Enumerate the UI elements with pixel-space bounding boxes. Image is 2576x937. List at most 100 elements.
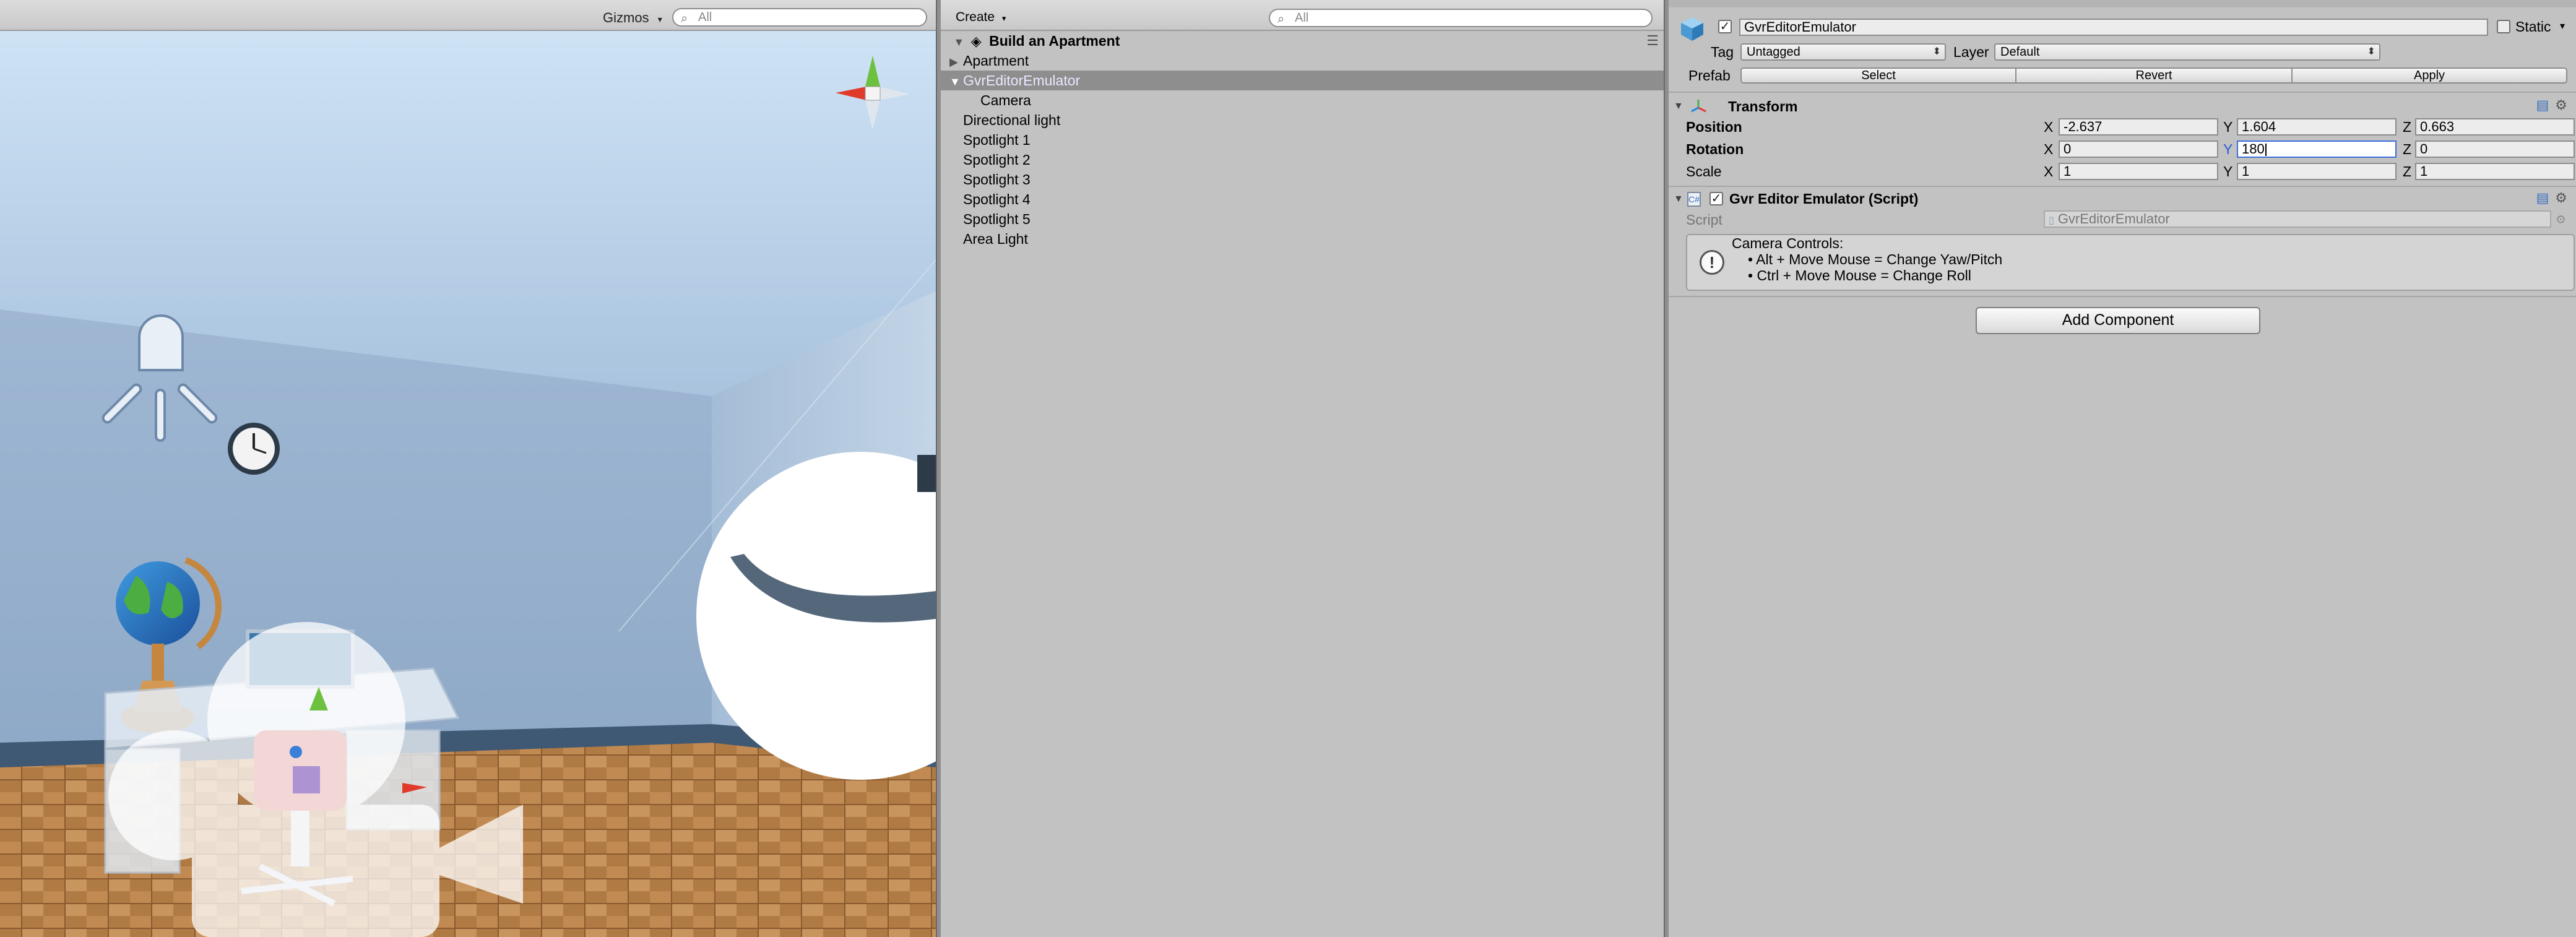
dropdown-arrow-icon: ⬍ (2367, 46, 2375, 57)
scene-menu-icon[interactable]: ☰ (1646, 31, 1659, 51)
script-enabled-checkbox[interactable]: ✓ (1709, 192, 1723, 205)
scale-x-field[interactable]: 1 (2059, 163, 2218, 180)
scene-search-placeholder: All (698, 11, 712, 24)
object-name-field[interactable]: GvrEditorEmulator (1739, 19, 2488, 36)
add-component-label: Add Component (2062, 311, 2174, 329)
hierarchy-item[interactable]: Directional light (941, 110, 1664, 130)
tag-value: Untagged (1747, 45, 1800, 59)
help-line-ctrl: • Ctrl + Move Mouse = Change Roll (1748, 267, 1971, 283)
scale-z-field[interactable]: 1 (2415, 163, 2575, 180)
rotation-y-field[interactable]: 180 (2237, 140, 2397, 158)
position-x-field[interactable]: -2.637 (2059, 118, 2218, 136)
layer-value: Default (2000, 45, 2040, 59)
panel-splitter-left[interactable] (936, 0, 941, 937)
position-z-field[interactable]: 0.663 (2415, 118, 2575, 136)
hierarchy-item-label: Spotlight 2 (963, 152, 1031, 168)
position-x-value: -2.637 (2064, 119, 2103, 134)
scale-y-field[interactable]: 1 (2237, 163, 2397, 180)
hierarchy-item[interactable]: Spotlight 3 (941, 170, 1664, 189)
wall-clock (228, 423, 280, 475)
hierarchy-item-label: Spotlight 1 (963, 132, 1031, 148)
hierarchy-item[interactable]: Spotlight 1 (941, 130, 1664, 150)
hierarchy-search-input[interactable]: ⌕ All (1269, 9, 1653, 27)
static-checkbox[interactable] (2497, 20, 2510, 33)
collapse-triangle-icon[interactable]: ▶ (949, 52, 963, 72)
scale-z-label: Z (2403, 163, 2412, 179)
scene-root-label: Build an Apartment (989, 33, 1120, 49)
hierarchy-item-label: Camera (980, 92, 1031, 108)
tag-label: Tag (1711, 44, 1734, 60)
hierarchy-toolbar: Create ▾ ⌕ All (941, 0, 1664, 31)
position-z-value: 0.663 (2420, 119, 2455, 134)
help-book-icon[interactable]: ▤ (2535, 191, 2550, 205)
hierarchy-item-label: GvrEditorEmulator (963, 72, 1081, 89)
add-component-button[interactable]: Add Component (1976, 307, 2260, 334)
divider (1669, 296, 2576, 297)
hierarchy-item[interactable]: ▼ GvrEditorEmulator (941, 71, 1664, 90)
help-book-icon[interactable]: ▤ (2535, 98, 2550, 113)
rotation-x-field[interactable]: 0 (2059, 140, 2218, 158)
hierarchy-item[interactable]: Spotlight 5 (941, 209, 1664, 229)
layer-dropdown[interactable]: Default ⬍ (1994, 43, 2380, 61)
hierarchy-item[interactable]: Area Light (941, 229, 1664, 249)
foldout-triangle-icon[interactable]: ▼ (1674, 98, 1683, 115)
position-y-value: 1.604 (2242, 119, 2276, 134)
chevron-down-icon: ▾ (1001, 14, 1006, 23)
text-cursor (2265, 144, 2267, 157)
prefab-select-label: Select (1861, 69, 1896, 82)
hierarchy-item[interactable]: Spotlight 2 (941, 150, 1664, 170)
scene-view[interactable]: Gizmos ▾ ⌕ All (0, 0, 936, 937)
scene-viewport[interactable] (0, 0, 936, 937)
hierarchy-item-label: Directional light (963, 112, 1061, 128)
panel-splitter-right[interactable] (1664, 0, 1669, 937)
scene-toolbar: Gizmos ▾ ⌕ All (0, 0, 936, 31)
unity-scene-icon: ◈ (970, 33, 982, 49)
prefab-revert-label: Revert (2135, 69, 2172, 82)
position-y-field[interactable]: 1.604 (2237, 118, 2397, 136)
scene-search-input[interactable]: ⌕ All (672, 8, 927, 27)
scale-x-value: 1 (2064, 163, 2072, 179)
object-picker-icon[interactable]: ⊙ (2556, 210, 2565, 228)
gear-icon[interactable]: ⚙ (2554, 98, 2569, 113)
rotation-z-label: Z (2403, 141, 2412, 157)
foldout-triangle-icon[interactable]: ▼ (1674, 191, 1683, 208)
transform-icon (1690, 98, 1707, 115)
tag-dropdown[interactable]: Untagged ⬍ (1740, 43, 1946, 61)
scale-y-label: Y (2223, 163, 2233, 179)
search-icon: ⌕ (681, 12, 688, 25)
scale-z-value: 1 (2420, 163, 2428, 179)
expand-triangle-icon[interactable]: ▼ (949, 72, 963, 92)
script-file-icon: C# (1687, 192, 1701, 207)
expand-triangle-icon[interactable]: ▼ (953, 32, 967, 52)
prefab-apply-button[interactable]: Apply (2291, 67, 2567, 84)
rotation-x-value: 0 (2064, 141, 2072, 157)
prefab-label: Prefab (1688, 67, 1731, 84)
transform-title: Transform (1728, 98, 1798, 114)
rotation-label: Rotation (1686, 141, 1744, 157)
divider (1669, 92, 2576, 93)
hierarchy-item-label: Spotlight 5 (963, 211, 1031, 227)
rotation-y-value: 180 (2242, 141, 2265, 157)
layer-label: Layer (1953, 44, 1989, 60)
chevron-down-icon: ▾ (657, 14, 662, 24)
gear-icon[interactable]: ⚙ (2554, 191, 2569, 205)
script-file-icon: ▯ (2049, 215, 2054, 226)
chevron-down-icon[interactable]: ▾ (2560, 17, 2565, 36)
position-y-label: Y (2223, 119, 2233, 135)
rotation-z-field[interactable]: 0 (2415, 140, 2575, 158)
rotation-z-value: 0 (2420, 141, 2428, 157)
position-z-label: Z (2403, 119, 2412, 135)
gizmos-dropdown[interactable]: Gizmos ▾ (598, 8, 667, 28)
info-icon: ! (1700, 250, 1724, 275)
active-checkbox[interactable]: ✓ (1718, 20, 1732, 33)
create-dropdown[interactable]: Create ▾ (949, 8, 1012, 27)
prefab-revert-button[interactable]: Revert (2015, 67, 2293, 84)
hierarchy-item[interactable]: Camera (941, 90, 1664, 110)
hierarchy-scene-root[interactable]: ▼ ◈ Build an Apartment ☰ (941, 31, 1664, 51)
hierarchy-item[interactable]: Spotlight 4 (941, 189, 1664, 209)
prefab-select-button[interactable]: Select (1740, 67, 2016, 84)
inspector-panel: ✓ GvrEditorEmulator Static ▾ Tag Untagge… (1669, 0, 2576, 937)
hierarchy-item[interactable]: ▶ Apartment (941, 51, 1664, 71)
scale-x-label: X (2044, 163, 2054, 179)
inspector-tab-strip (1669, 0, 2576, 7)
